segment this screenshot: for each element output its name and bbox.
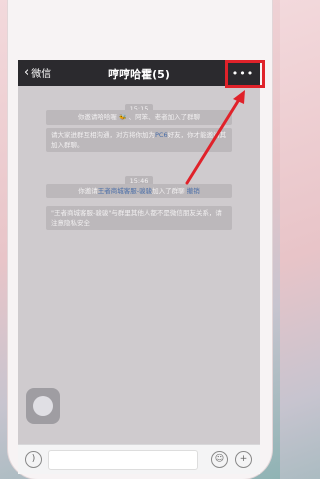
input-bar: ) ☺ +: [18, 444, 260, 474]
system-message: 请大家进群互相沟通，对方将你加为PC6好友，你才能邀请其加入群聊。: [46, 128, 232, 152]
contact-link[interactable]: PC6: [155, 131, 168, 139]
system-message: "王者商城客服-骏骏"与群里其他人都不是微信朋友关系，请注意隐私安全: [46, 206, 232, 230]
system-message: 你邀请哈哈喔 🐝 、阿笨、老者加入了群聊: [46, 110, 232, 125]
highlight-box: [225, 60, 265, 88]
title-bar: ‹ 微信 哼哼哈霍(5) •••: [18, 60, 260, 86]
system-message: 你邀请王者商城客服-骏骏加入了群聊 撤销: [46, 184, 232, 198]
bee-emoji-icon: 🐝: [119, 114, 127, 121]
voice-icon[interactable]: ): [25, 451, 42, 468]
message-input[interactable]: [48, 450, 198, 470]
add-icon[interactable]: +: [235, 451, 252, 468]
contact-link[interactable]: 王者商城客服-骏骏: [98, 187, 152, 195]
undo-link[interactable]: 撤销: [187, 187, 200, 195]
assistive-touch-button[interactable]: [26, 388, 60, 424]
emoji-icon[interactable]: ☺: [211, 451, 228, 468]
chat-title: 哼哼哈霍(5): [108, 68, 170, 81]
